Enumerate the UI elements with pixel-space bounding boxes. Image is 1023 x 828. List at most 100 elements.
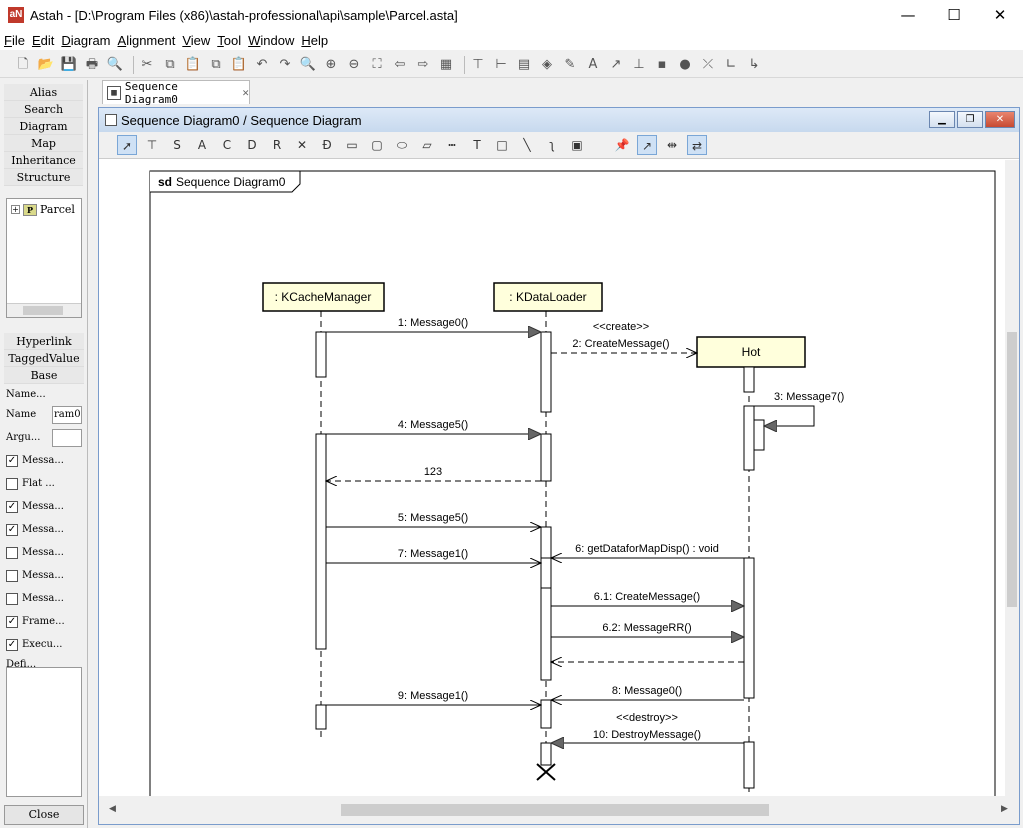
checkbox[interactable]: ✓ bbox=[6, 454, 18, 467]
checkbox-row[interactable]: ✓ Execu... bbox=[4, 633, 84, 656]
tree-scrollbar[interactable] bbox=[7, 303, 81, 317]
activation-bar[interactable] bbox=[753, 419, 765, 451]
interaction-frame[interactable] bbox=[149, 170, 996, 796]
checkbox-row[interactable]: ✓ Frame... bbox=[4, 610, 84, 633]
tree-layout-icon[interactable]: ⊥ bbox=[630, 56, 648, 74]
zoom-icon[interactable]: 🔍 bbox=[299, 56, 317, 74]
menu-help[interactable]: Help bbox=[301, 33, 328, 48]
frame-restore-button[interactable]: ❐ bbox=[957, 111, 983, 128]
checkbox-row[interactable]: Messa... bbox=[4, 564, 84, 587]
lifeline-kcachemanager[interactable]: : KCacheManager bbox=[262, 282, 385, 312]
stop-tool-icon[interactable]: ✕ bbox=[292, 135, 312, 155]
undo-icon[interactable]: ↶ bbox=[253, 56, 271, 74]
paste-icon[interactable]: 📋 bbox=[184, 56, 202, 74]
expand-icon[interactable]: + bbox=[11, 205, 20, 214]
tab-search[interactable]: Search bbox=[4, 101, 83, 118]
activation-bar[interactable] bbox=[315, 704, 327, 730]
tab-hyperlink[interactable]: Hyperlink bbox=[4, 333, 84, 350]
line-tool-icon[interactable]: ╲ bbox=[517, 135, 537, 155]
checkbox[interactable] bbox=[6, 592, 18, 605]
menu-view[interactable]: View bbox=[182, 33, 210, 48]
name-field[interactable]: ram0 bbox=[52, 405, 82, 424]
duration-tool-icon[interactable]: Đ bbox=[317, 135, 337, 155]
pin-tool-icon[interactable]: 📌 bbox=[612, 135, 632, 155]
activation-bar[interactable] bbox=[743, 405, 755, 471]
scroll-left-icon[interactable]: ◀ bbox=[109, 804, 116, 814]
tab-base[interactable]: Base bbox=[4, 367, 84, 384]
interaction-use-tool-icon[interactable]: ▢ bbox=[367, 135, 387, 155]
select-tool-icon[interactable]: ➚ bbox=[117, 135, 137, 155]
distribute-tool-icon[interactable]: ⇹ bbox=[662, 135, 682, 155]
checkbox[interactable]: ✓ bbox=[6, 523, 18, 536]
definition-textarea[interactable] bbox=[6, 667, 82, 797]
activation-bar[interactable] bbox=[743, 557, 755, 699]
close-panel-button[interactable]: Close bbox=[4, 805, 84, 825]
checkbox[interactable] bbox=[6, 477, 18, 490]
activation-bar[interactable] bbox=[540, 742, 552, 766]
fill-color-icon[interactable]: ◈ bbox=[538, 56, 556, 74]
tab-diagram[interactable]: Diagram bbox=[4, 118, 83, 135]
cut-icon[interactable]: ✂ bbox=[138, 56, 156, 74]
combined-fragment-tool-icon[interactable]: ▭ bbox=[342, 135, 362, 155]
checkbox[interactable] bbox=[6, 546, 18, 559]
horizontal-scrollbar[interactable]: ◀ ▶ bbox=[99, 796, 1019, 824]
separator-tool-icon[interactable]: ┅ bbox=[442, 135, 462, 155]
auto-adjust-tool-icon[interactable]: ⇄ bbox=[687, 135, 707, 155]
lifeline-kdataloader[interactable]: : KDataLoader bbox=[493, 282, 603, 312]
print-icon[interactable]: 🖶 bbox=[83, 56, 101, 74]
open-folder-icon[interactable]: 📂 bbox=[37, 56, 55, 74]
activation-bar[interactable] bbox=[743, 741, 755, 789]
frame-close-button[interactable]: ✕ bbox=[985, 111, 1015, 128]
checkbox-row[interactable]: ✓ Messa... bbox=[4, 495, 84, 518]
menu-edit[interactable]: Edit bbox=[32, 33, 54, 48]
print-preview-icon[interactable]: 🔍 bbox=[106, 56, 124, 74]
forward-icon[interactable]: ⇨ bbox=[414, 56, 432, 74]
circle-icon[interactable]: ● bbox=[676, 56, 694, 74]
paste-model-icon[interactable]: 📋 bbox=[230, 56, 248, 74]
checkbox-row[interactable]: Messa... bbox=[4, 541, 84, 564]
gate-tool-icon[interactable]: ▱ bbox=[417, 135, 437, 155]
font-color-icon[interactable]: A bbox=[584, 56, 602, 74]
image-tool-icon[interactable]: ▣ bbox=[567, 135, 587, 155]
tab-structure[interactable]: Structure bbox=[4, 169, 83, 186]
activation-bar[interactable] bbox=[540, 699, 552, 729]
checkbox[interactable]: ✓ bbox=[6, 500, 18, 513]
menu-diagram[interactable]: Diagram bbox=[61, 33, 110, 48]
menu-window[interactable]: Window bbox=[248, 33, 294, 48]
tab-alias[interactable]: Alias bbox=[4, 84, 83, 101]
create-message-tool-icon[interactable]: C bbox=[217, 135, 237, 155]
scrollbar-thumb[interactable] bbox=[341, 804, 769, 816]
minimize-button[interactable]: — bbox=[885, 0, 931, 30]
copy-model-icon[interactable]: ⧉ bbox=[207, 56, 225, 74]
arrange-icon[interactable]: ▤ bbox=[515, 56, 533, 74]
model-icon[interactable]: ▦ bbox=[437, 56, 455, 74]
activation-bar[interactable] bbox=[743, 366, 755, 393]
async-message-tool-icon[interactable]: A bbox=[192, 135, 212, 155]
redo-icon[interactable]: ↷ bbox=[276, 56, 294, 74]
activation-bar[interactable] bbox=[540, 433, 552, 482]
line-corner-icon[interactable]: ∟ bbox=[722, 56, 740, 74]
model-tree[interactable]: + P Parcel bbox=[6, 198, 82, 318]
close-tab-icon[interactable]: ✕ bbox=[242, 86, 249, 99]
checkbox[interactable]: ✓ bbox=[6, 638, 18, 651]
checkbox[interactable] bbox=[6, 569, 18, 582]
menu-file[interactable]: File bbox=[4, 33, 25, 48]
line-type-tool-icon[interactable]: ↗ bbox=[637, 135, 657, 155]
tab-sequence-diagram[interactable]: ▦ Sequence Diagram0 ✕ bbox=[102, 80, 250, 106]
group-icon[interactable]: ▪ bbox=[653, 56, 671, 74]
close-button[interactable]: ✕ bbox=[977, 0, 1023, 30]
lifeline-tool-icon[interactable]: ⊤ bbox=[142, 135, 162, 155]
checkbox-row[interactable]: Flat ... bbox=[4, 472, 84, 495]
scroll-right-icon[interactable]: ▶ bbox=[1001, 804, 1008, 814]
tab-taggedvalue[interactable]: TaggedValue bbox=[4, 350, 84, 367]
line-round-icon[interactable]: ↳ bbox=[745, 56, 763, 74]
zoom-out-icon[interactable]: ⊖ bbox=[345, 56, 363, 74]
line-color-icon[interactable]: ✎ bbox=[561, 56, 579, 74]
activation-bar[interactable] bbox=[315, 331, 327, 378]
scrollbar-thumb[interactable] bbox=[1007, 332, 1017, 607]
align-left-icon[interactable]: ⊢ bbox=[492, 56, 510, 74]
activation-bar[interactable] bbox=[540, 557, 552, 589]
copy-icon[interactable]: ⧉ bbox=[161, 56, 179, 74]
checkbox-row[interactable]: ✓ Messa... bbox=[4, 518, 84, 541]
zoom-in-icon[interactable]: ⊕ bbox=[322, 56, 340, 74]
